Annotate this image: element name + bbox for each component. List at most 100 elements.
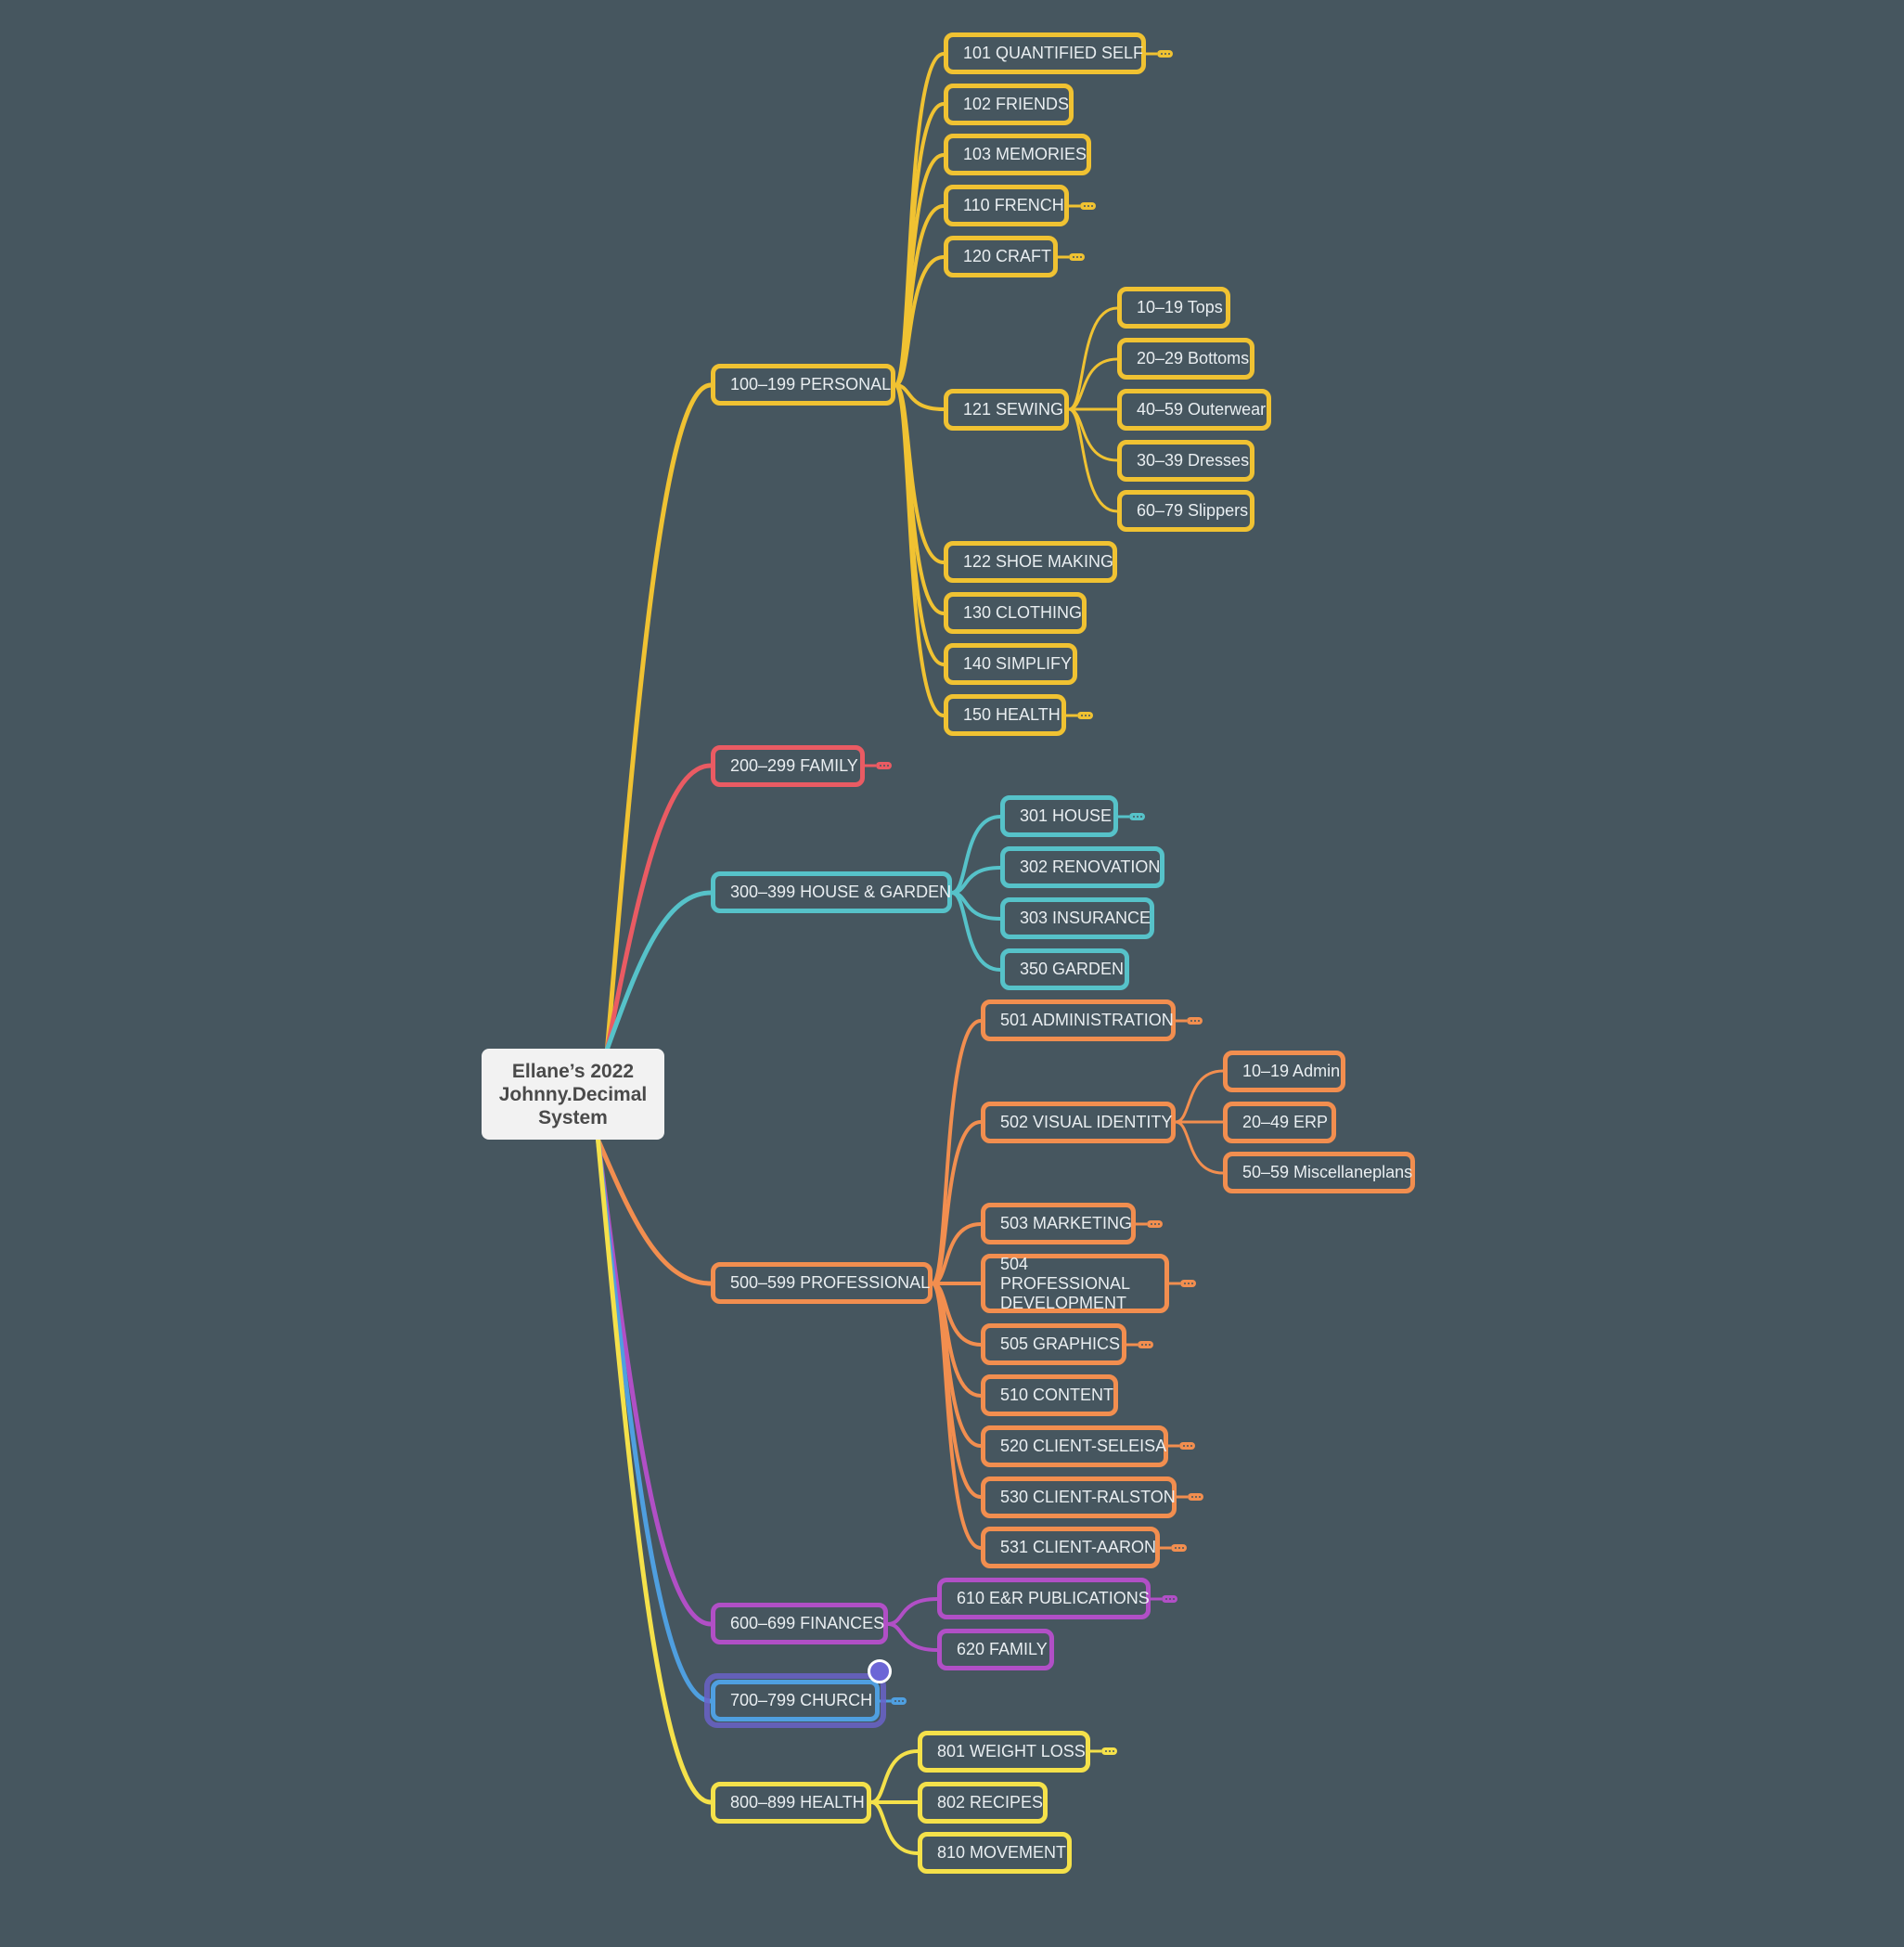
subtopic[interactable]: 121 SEWING [944, 389, 1069, 431]
subtopic[interactable]: 530 CLIENT-RALSTON [981, 1476, 1177, 1518]
ellipsis-dot [1150, 1223, 1152, 1225]
leaf-topic[interactable]: 40–59 Outerwear [1117, 389, 1271, 431]
subtopic-connector [894, 204, 946, 387]
collapse-toggle[interactable] [1077, 712, 1093, 719]
subtopic-label: 520 CLIENT-SELEISA [1000, 1437, 1167, 1455]
subtopic[interactable]: 122 SHOE MAKING [944, 541, 1117, 583]
subtopic[interactable]: 120 CRAFT [944, 236, 1058, 277]
subtopic-connector [894, 383, 946, 615]
subtopic[interactable]: 302 RENOVATION [1000, 846, 1164, 888]
subtopic[interactable]: 140 SIMPLIFY [944, 643, 1077, 685]
subtopic-connector [894, 383, 946, 717]
leaf-topic-label: 10–19 Admin [1242, 1062, 1341, 1080]
ellipsis-dot [1083, 205, 1086, 207]
ellipsis-dot [1136, 816, 1139, 818]
subtopic[interactable]: 810 MOVEMENT [918, 1832, 1072, 1874]
branch-topic[interactable]: 100–199 PERSONAL [711, 364, 895, 406]
leaf-topic[interactable]: 20–29 Bottoms [1117, 338, 1254, 380]
collapse-toggle[interactable] [876, 762, 892, 769]
subtopic[interactable]: 502 VISUAL IDENTITY [981, 1102, 1176, 1143]
subtopic-label: 801 WEIGHT LOSS [937, 1742, 1086, 1760]
subtopic-label: 810 MOVEMENT [937, 1843, 1067, 1862]
subtopic[interactable]: 802 RECIPES [918, 1782, 1048, 1824]
leaf-topic[interactable]: 30–39 Dresses [1117, 440, 1254, 482]
branch-topic[interactable]: 300–399 HOUSE & GARDEN [711, 871, 952, 913]
ellipsis-dot [1164, 1598, 1167, 1600]
collapse-toggle[interactable] [1162, 1595, 1177, 1603]
branch-topic[interactable]: 600–699 FINANCES [711, 1603, 888, 1644]
collapse-toggle[interactable] [1157, 50, 1173, 58]
ellipsis-dot [1160, 53, 1163, 55]
collapse-toggle[interactable] [1147, 1220, 1163, 1228]
root-topic-line: Johnny.Decimal [498, 1083, 648, 1105]
subtopic-connector [931, 1019, 983, 1285]
collapse-toggle[interactable] [1187, 1017, 1203, 1025]
subtopic-label: 510 CONTENT [1000, 1386, 1114, 1404]
leaf-topic[interactable]: 10–19 Admin [1223, 1051, 1345, 1092]
root-topic-line: Ellane’s 2022 [511, 1060, 635, 1082]
subtopic[interactable]: 505 GRAPHICS [981, 1323, 1126, 1365]
leaf-topic[interactable]: 50–59 Miscellaneplans [1223, 1152, 1415, 1193]
ellipsis-dot [1198, 1496, 1201, 1498]
branch-topic[interactable]: 700–799 CHURCH [711, 1680, 880, 1721]
subtopic[interactable]: 101 QUANTIFIED SELF [944, 32, 1146, 74]
collapse-toggle[interactable] [1080, 202, 1096, 210]
ellipsis-dot [1181, 1547, 1184, 1549]
collapse-toggle[interactable] [1129, 813, 1145, 820]
ellipsis-dot [1193, 1020, 1196, 1022]
subtopic-label: 102 FRIENDS [963, 95, 1070, 113]
subtopic[interactable]: 103 MEMORIES [944, 134, 1091, 175]
subtopic[interactable]: 503 MARKETING [981, 1203, 1136, 1244]
ellipsis-dot [1090, 205, 1093, 207]
branch-connector [605, 382, 714, 1051]
subtopic[interactable]: 350 GARDEN [1000, 948, 1129, 990]
branch-topic[interactable]: 800–899 HEALTH [711, 1782, 871, 1824]
subtopic[interactable]: 501 ADMINISTRATION [981, 999, 1176, 1041]
subtopic[interactable]: 510 CONTENT [981, 1374, 1118, 1416]
subtopic[interactable]: 801 WEIGHT LOSS [918, 1731, 1090, 1773]
subtopic[interactable]: 531 CLIENT-AARON [981, 1527, 1160, 1568]
subtopic-label: 302 RENOVATION [1020, 857, 1161, 876]
subtopic-connector [931, 1282, 983, 1448]
subtopic-label: 530 CLIENT-RALSTON [1000, 1488, 1176, 1506]
subtopic[interactable]: 110 FRENCH [944, 185, 1069, 226]
drag-handle[interactable] [868, 1659, 892, 1683]
leaf-connector [1067, 407, 1119, 513]
collapse-toggle[interactable] [891, 1697, 907, 1705]
ellipsis-dot [1190, 1020, 1192, 1022]
subtopic[interactable]: 150 HEALTH [944, 694, 1066, 736]
leaf-topic[interactable]: 60–79 Slippers [1117, 490, 1254, 532]
collapse-toggle[interactable] [1180, 1280, 1196, 1287]
branch-topic[interactable]: 200–299 FAMILY [711, 745, 865, 787]
subtopic-label: 505 GRAPHICS [1000, 1335, 1121, 1353]
leaf-topic[interactable]: 10–19 Tops [1117, 287, 1230, 329]
subtopic[interactable]: 130 CLOTHING [944, 592, 1087, 634]
subtopic[interactable]: 303 INSURANCE [1000, 897, 1154, 939]
root-topic-label: Ellane’s 2022 Johnny.Decimal System [499, 1060, 648, 1129]
ellipsis-dot [1194, 1496, 1197, 1498]
subtopic-label: 503 MARKETING [1000, 1214, 1133, 1232]
collapse-toggle[interactable] [1171, 1544, 1187, 1552]
subtopic[interactable]: 520 CLIENT-SELEISA [981, 1425, 1168, 1467]
branch-topic[interactable]: 500–599 PROFESSIONAL [711, 1262, 933, 1304]
ellipsis-dot [882, 765, 885, 767]
collapse-toggle[interactable] [1188, 1493, 1203, 1501]
collapse-toggle[interactable] [1138, 1341, 1153, 1348]
mind-map-canvas[interactable]: 100–199 PERSONAL 101 QUANTIFIED SELF 102 F… [0, 0, 1904, 1947]
collapse-toggle[interactable] [1179, 1442, 1195, 1450]
leaf-topic[interactable]: 20–49 ERP [1223, 1102, 1336, 1143]
subtopic[interactable]: 102 FRIENDS [944, 84, 1074, 125]
subtopic-label: 130 CLOTHING [963, 603, 1083, 622]
collapse-toggle[interactable] [1101, 1747, 1117, 1755]
ellipsis-dot [886, 765, 889, 767]
subtopic[interactable]: 610 E&R PUBLICATIONS [937, 1578, 1151, 1619]
subtopic[interactable]: 504 PROFESSIONAL DEVELOPMENT [981, 1254, 1169, 1313]
subtopic[interactable]: 620 FAMILY [937, 1629, 1054, 1670]
collapse-toggle[interactable] [1069, 253, 1085, 261]
branch-connector [596, 1137, 714, 1286]
root-topic[interactable]: Ellane’s 2022 Johnny.Decimal System [482, 1049, 664, 1140]
ellipsis-dot [1148, 1344, 1151, 1346]
subtopic[interactable]: 301 HOUSE [1000, 795, 1118, 837]
ellipsis-dot [1112, 1750, 1114, 1752]
ellipsis-dot [1139, 816, 1142, 818]
